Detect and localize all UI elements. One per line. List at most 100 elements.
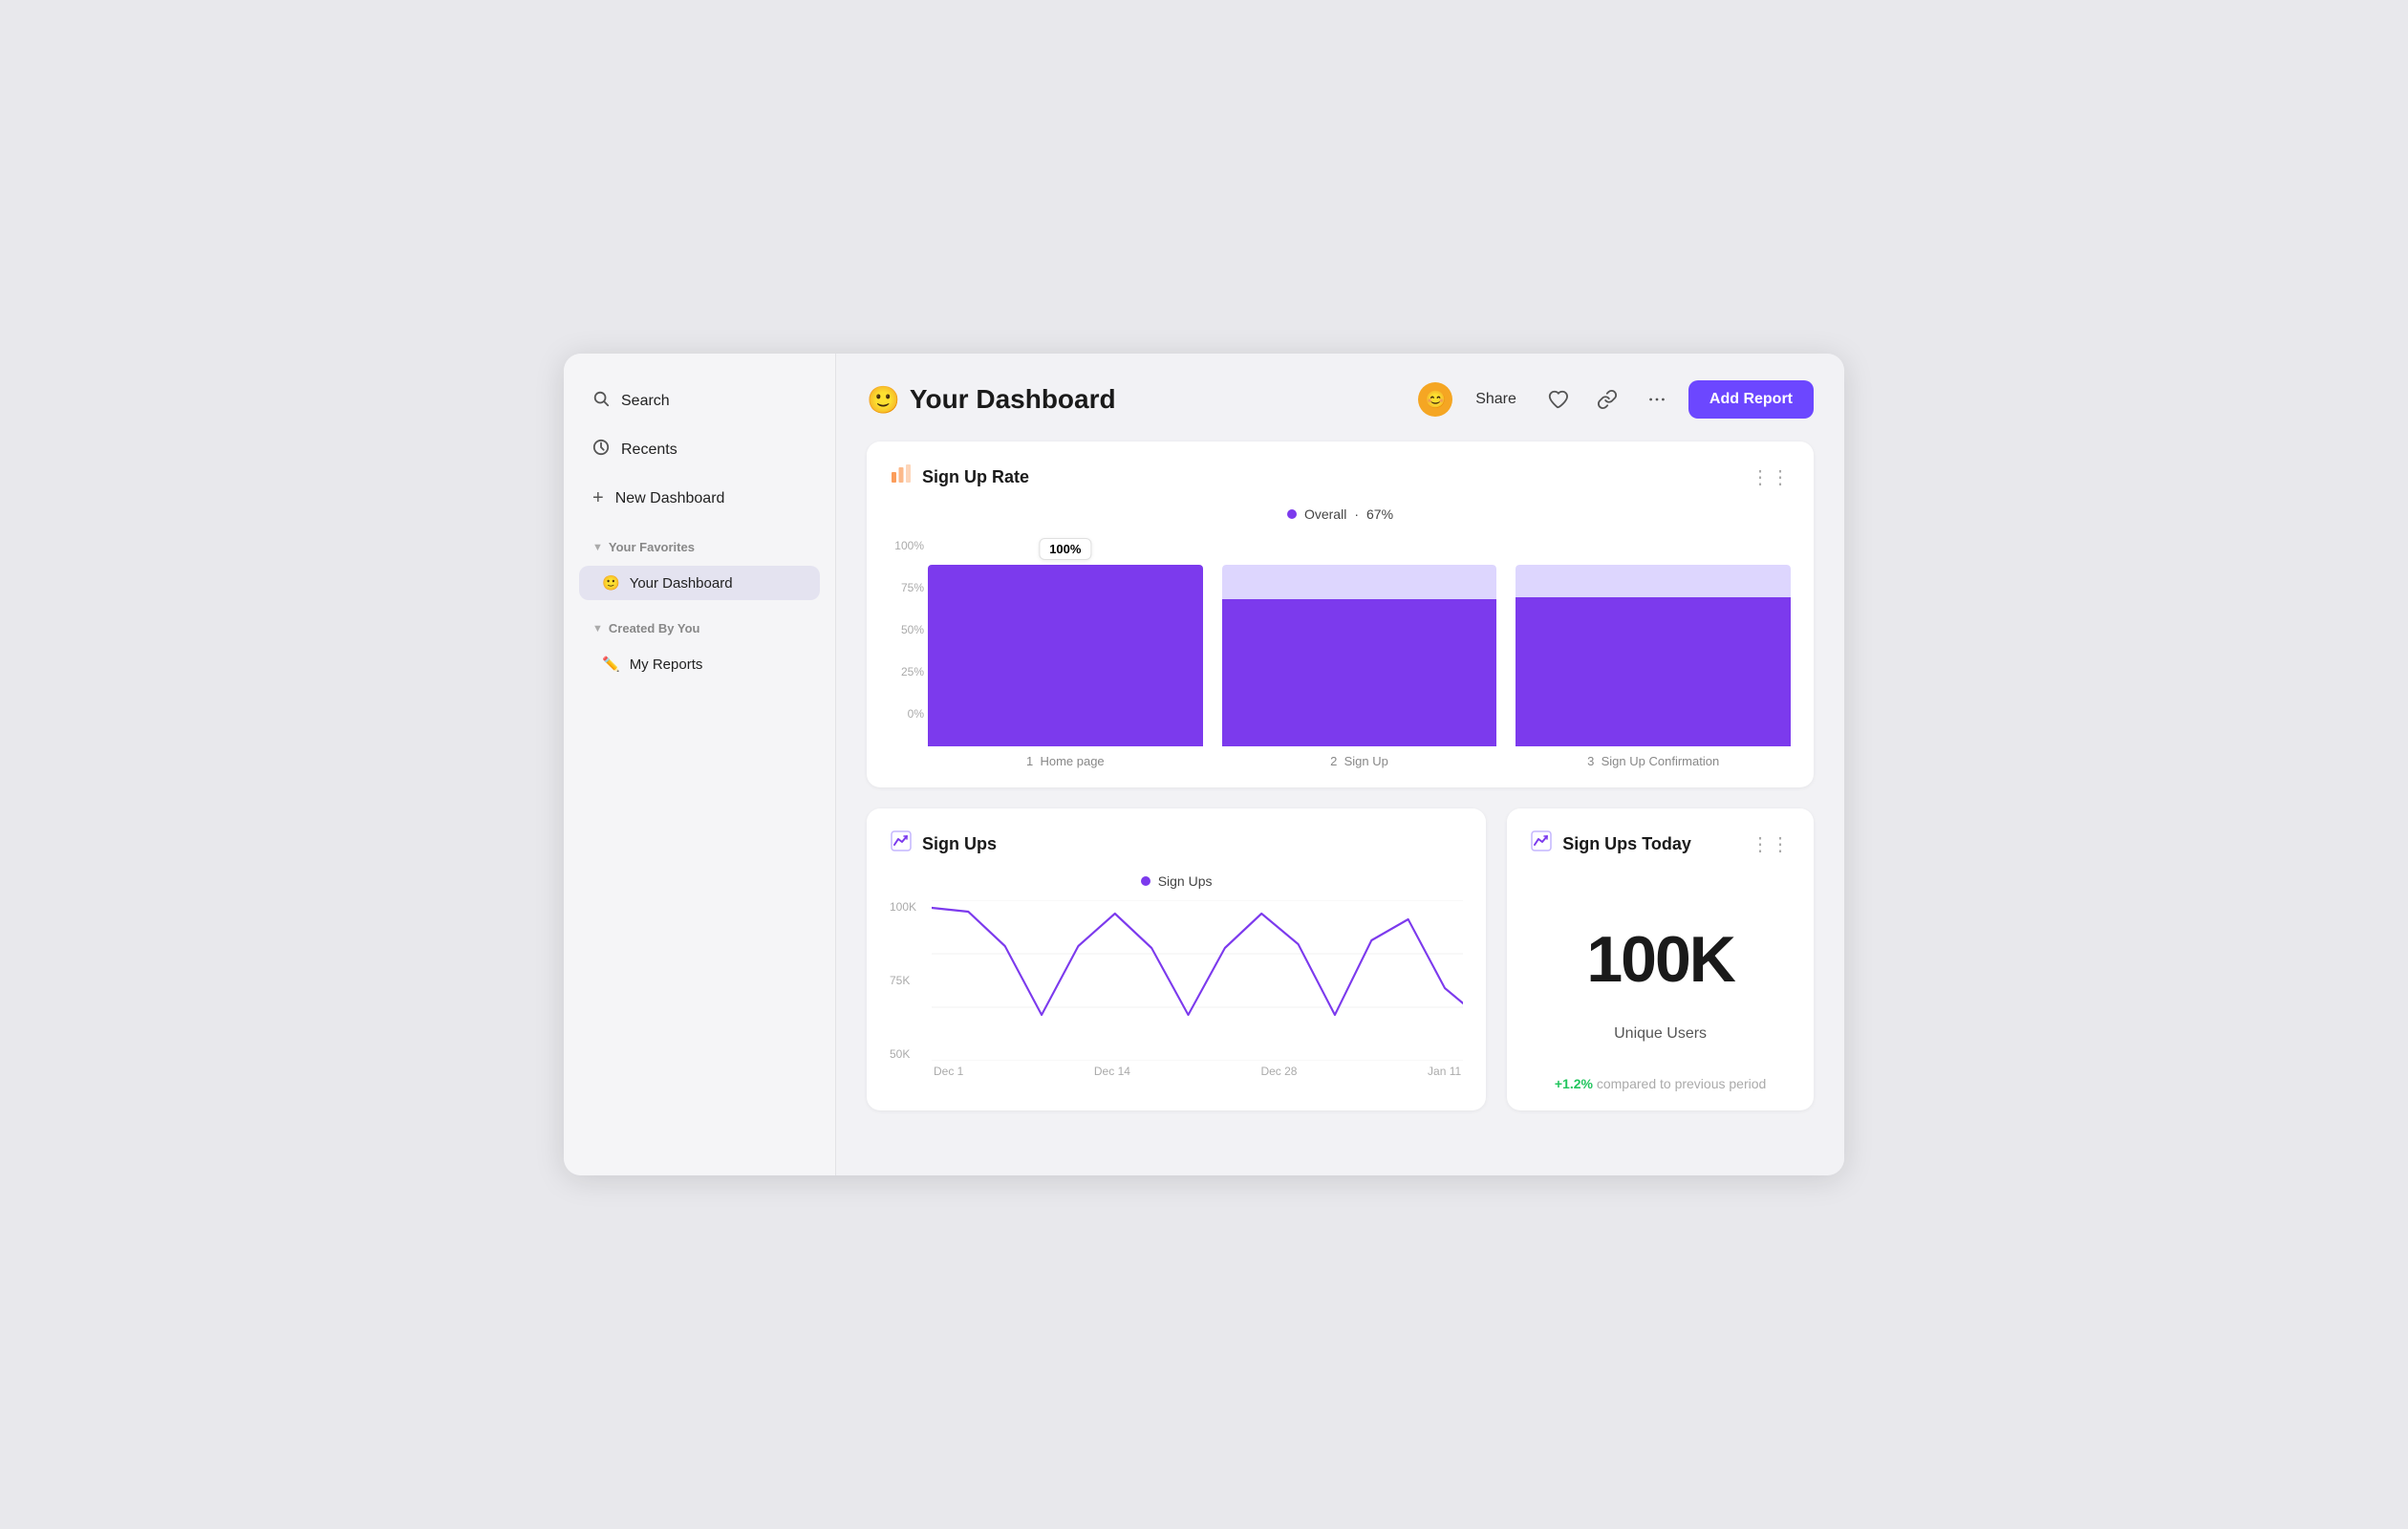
y-axis: 100% 75% 50% 25% 0%: [890, 539, 924, 721]
favorites-label: Your Favorites: [609, 540, 695, 554]
more-button[interactable]: [1639, 383, 1675, 416]
bar-signup-fill: 81%: [1222, 565, 1497, 746]
add-report-button[interactable]: Add Report: [1688, 380, 1814, 419]
search-label: Search: [621, 393, 670, 410]
search-item[interactable]: Search: [579, 380, 820, 421]
bar-confirmation-fill: 82%: [1516, 565, 1791, 746]
change-desc: compared to previous period: [1597, 1076, 1766, 1091]
bar-home-page: 100% 1 Home page: [928, 565, 1203, 768]
y-label-75: 75%: [890, 581, 924, 594]
page-title: 🙂 Your Dashboard: [867, 384, 1116, 416]
chevron-down-icon: ▼: [592, 542, 603, 553]
search-icon: [592, 390, 610, 412]
title-text: Your Dashboard: [910, 384, 1116, 415]
bar-confirmation-remainder: [1516, 565, 1791, 597]
header-actions: 😊 Share Add Report: [1418, 380, 1814, 419]
signup-rate-legend: Overall · 67%: [890, 506, 1791, 522]
legend-value: 67%: [1366, 506, 1393, 522]
line-chart-area: 100K 75K 50K Dec 1: [890, 900, 1463, 1091]
signup-rate-card: Sign Up Rate ⋮⋮ Overall · 67% 100% 75% 5…: [867, 441, 1814, 787]
signups-legend-label: Sign Ups: [1158, 873, 1213, 889]
my-reports-emoji: ✏️: [602, 656, 620, 673]
trend-chart-icon-2: [1530, 829, 1553, 858]
big-number: 100K: [1530, 922, 1791, 997]
bar-confirmation-label: 3 Sign Up Confirmation: [1587, 754, 1719, 768]
signups-x-axis: Dec 1 Dec 14 Dec 28 Jan 11: [932, 1065, 1463, 1078]
new-dashboard-item[interactable]: + New Dashboard: [579, 478, 820, 519]
signups-today-header: Sign Ups Today ⋮⋮: [1530, 829, 1791, 858]
sidebar: Search Recents + New Dashboard ▼ Your Fa…: [564, 354, 836, 1175]
link-button[interactable]: [1589, 383, 1625, 416]
signups-today-menu[interactable]: ⋮⋮: [1751, 832, 1791, 856]
signups-today-title: Sign Ups Today: [1530, 829, 1691, 858]
y-label-25: 25%: [890, 665, 924, 678]
y-label-50: 50%: [890, 623, 924, 636]
recents-label: Recents: [621, 441, 677, 459]
bar-home-page-label: 1 Home page: [1026, 754, 1105, 768]
signups-card-header: Sign Ups: [890, 829, 1463, 858]
main-header: 🙂 Your Dashboard 😊 Share Add Repor: [867, 380, 1814, 419]
x-dec14: Dec 14: [1094, 1065, 1130, 1078]
signups-legend-dot: [1141, 876, 1150, 886]
trend-chart-icon: [890, 829, 913, 858]
signup-rate-card-header: Sign Up Rate ⋮⋮: [890, 463, 1791, 491]
title-emoji: 🙂: [867, 384, 900, 416]
legend-label: Overall: [1304, 506, 1346, 522]
y-50k: 50K: [890, 1047, 916, 1061]
created-by-you-section[interactable]: ▼ Created By You: [579, 608, 820, 639]
your-dashboard-emoji: 🙂: [602, 574, 620, 592]
bottom-row: Sign Ups Sign Ups 100K 75K 50K: [867, 808, 1814, 1131]
bar-signup-bar: [1222, 599, 1497, 746]
x-jan11: Jan 11: [1428, 1065, 1461, 1078]
bar-signup-label: 2 Sign Up: [1330, 754, 1388, 768]
recents-item[interactable]: Recents: [579, 429, 820, 470]
signups-line-chart: [932, 900, 1463, 1061]
x-dec1: Dec 1: [934, 1065, 963, 1078]
plus-icon: +: [592, 487, 604, 509]
avatar: 😊: [1418, 382, 1452, 417]
app-container: Search Recents + New Dashboard ▼ Your Fa…: [564, 354, 1844, 1175]
created-by-you-label: Created By You: [609, 621, 700, 635]
signup-rate-menu[interactable]: ⋮⋮: [1751, 465, 1791, 489]
funnel-chart-area: 100% 75% 50% 25% 0% 100% 1 Home page: [890, 539, 1791, 768]
legend-dot: [1287, 509, 1297, 519]
signups-y-axis: 100K 75K 50K: [890, 900, 916, 1061]
signup-rate-title: Sign Up Rate: [890, 463, 1029, 491]
chevron-down-icon-2: ▼: [592, 623, 603, 635]
y-label-100: 100%: [890, 539, 924, 552]
unique-users-label: Unique Users: [1530, 1025, 1791, 1043]
signups-today-card: Sign Ups Today ⋮⋮ 100K Unique Users +1.2…: [1507, 808, 1814, 1110]
x-dec28: Dec 28: [1260, 1065, 1297, 1078]
bar-signup: 81% 2 Sign Up: [1222, 565, 1497, 768]
change-row: +1.2% compared to previous period: [1530, 1076, 1791, 1091]
main-content: 🙂 Your Dashboard 😊 Share Add Repor: [836, 354, 1844, 1175]
change-value: +1.2%: [1555, 1076, 1593, 1091]
bar-confirmation: 82% 3 Sign Up Confirmation: [1516, 565, 1791, 768]
favorite-button[interactable]: [1539, 383, 1576, 416]
bar-home-page-fill: 100%: [928, 565, 1203, 746]
your-dashboard-item[interactable]: 🙂 Your Dashboard: [579, 566, 820, 600]
signup-rate-label: Sign Up Rate: [922, 467, 1029, 487]
y-100k: 100K: [890, 900, 916, 914]
bar-chart-icon: [890, 463, 913, 491]
my-reports-label: My Reports: [630, 657, 703, 673]
bar-signup-remainder: [1222, 565, 1497, 599]
share-label: Share: [1475, 391, 1516, 408]
signups-legend: Sign Ups: [890, 873, 1463, 889]
favorites-section[interactable]: ▼ Your Favorites: [579, 527, 820, 558]
signups-title: Sign Ups: [890, 829, 997, 858]
y-label-0: 0%: [890, 707, 924, 721]
your-dashboard-label: Your Dashboard: [630, 575, 733, 592]
y-75k: 75K: [890, 974, 916, 987]
recents-icon: [592, 439, 610, 461]
my-reports-item[interactable]: ✏️ My Reports: [579, 647, 820, 681]
new-dashboard-label: New Dashboard: [615, 490, 725, 507]
signups-card: Sign Ups Sign Ups 100K 75K 50K: [867, 808, 1486, 1110]
signups-label: Sign Ups: [922, 834, 997, 854]
bar-confirmation-bar: [1516, 597, 1791, 746]
signups-today-label: Sign Ups Today: [1562, 834, 1691, 854]
add-report-label: Add Report: [1709, 391, 1793, 407]
share-button[interactable]: Share: [1466, 385, 1526, 414]
bar-home-page-pct: 100%: [1039, 538, 1091, 560]
legend-separator: ·: [1354, 506, 1359, 522]
